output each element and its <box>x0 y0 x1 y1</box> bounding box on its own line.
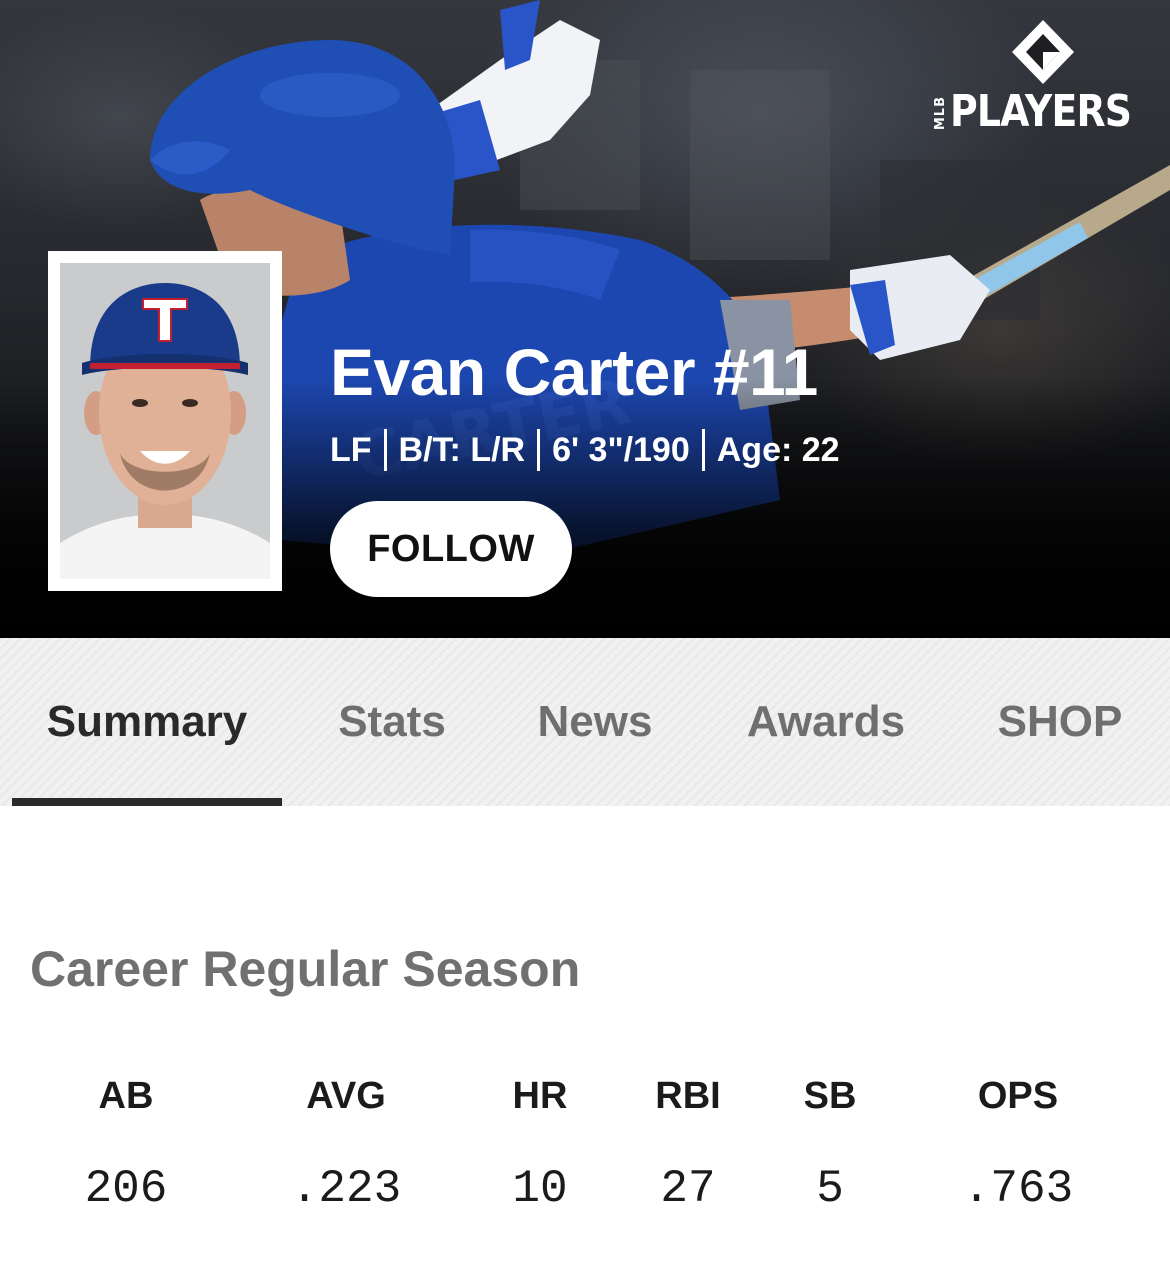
stat-label: OPS <box>977 1075 1059 1117</box>
stat-value: 5 <box>816 1163 844 1215</box>
divider <box>383 429 387 471</box>
tab-stats[interactable]: Stats <box>292 638 492 806</box>
brand-mlb-text: MLB <box>933 96 948 131</box>
player-headshot <box>48 251 282 591</box>
player-bats-throws: B/T: L/R <box>398 430 526 469</box>
players-diamond-icon <box>1012 20 1074 84</box>
stat-avg: AVG .223 <box>246 1070 446 1216</box>
tab-news[interactable]: News <box>500 638 690 806</box>
stat-ab: AB 206 <box>26 1070 226 1216</box>
stat-sb: SB 5 <box>730 1070 930 1216</box>
player-hero: CARTER MLB PLAYERS <box>0 0 1170 638</box>
stat-value: .223 <box>290 1163 402 1215</box>
headshot-photo <box>60 263 270 579</box>
brand-players-text: PLAYERS <box>950 86 1132 137</box>
player-tabs: Summary Stats News Awards SHOP <box>0 638 1170 806</box>
stat-value: 206 <box>84 1163 168 1215</box>
player-height-weight: 6' 3"/190 <box>552 430 690 469</box>
career-title: Career Regular Season <box>30 941 581 997</box>
follow-button[interactable]: FOLLOW <box>330 501 572 597</box>
stat-ops: OPS .763 <box>918 1070 1118 1216</box>
stat-label: AB <box>98 1075 154 1117</box>
tab-shop[interactable]: SHOP <box>960 638 1160 806</box>
stat-value: .763 <box>962 1163 1074 1215</box>
player-name: Evan Carter #11 <box>330 335 818 409</box>
tab-summary[interactable]: Summary <box>12 638 282 806</box>
tab-awards[interactable]: Awards <box>706 638 946 806</box>
player-age: Age: 22 <box>716 430 840 469</box>
player-bio-line: LF B/T: L/R 6' 3"/190 Age: 22 <box>330 428 840 472</box>
player-position: LF <box>330 430 372 469</box>
active-tab-indicator <box>12 798 282 806</box>
player-headshot-image <box>60 263 270 579</box>
stat-label: SB <box>803 1075 857 1117</box>
mlb-players-logo[interactable]: MLB PLAYERS <box>930 18 1152 140</box>
divider <box>537 429 541 471</box>
divider <box>701 429 705 471</box>
stat-label: AVG <box>306 1075 386 1117</box>
